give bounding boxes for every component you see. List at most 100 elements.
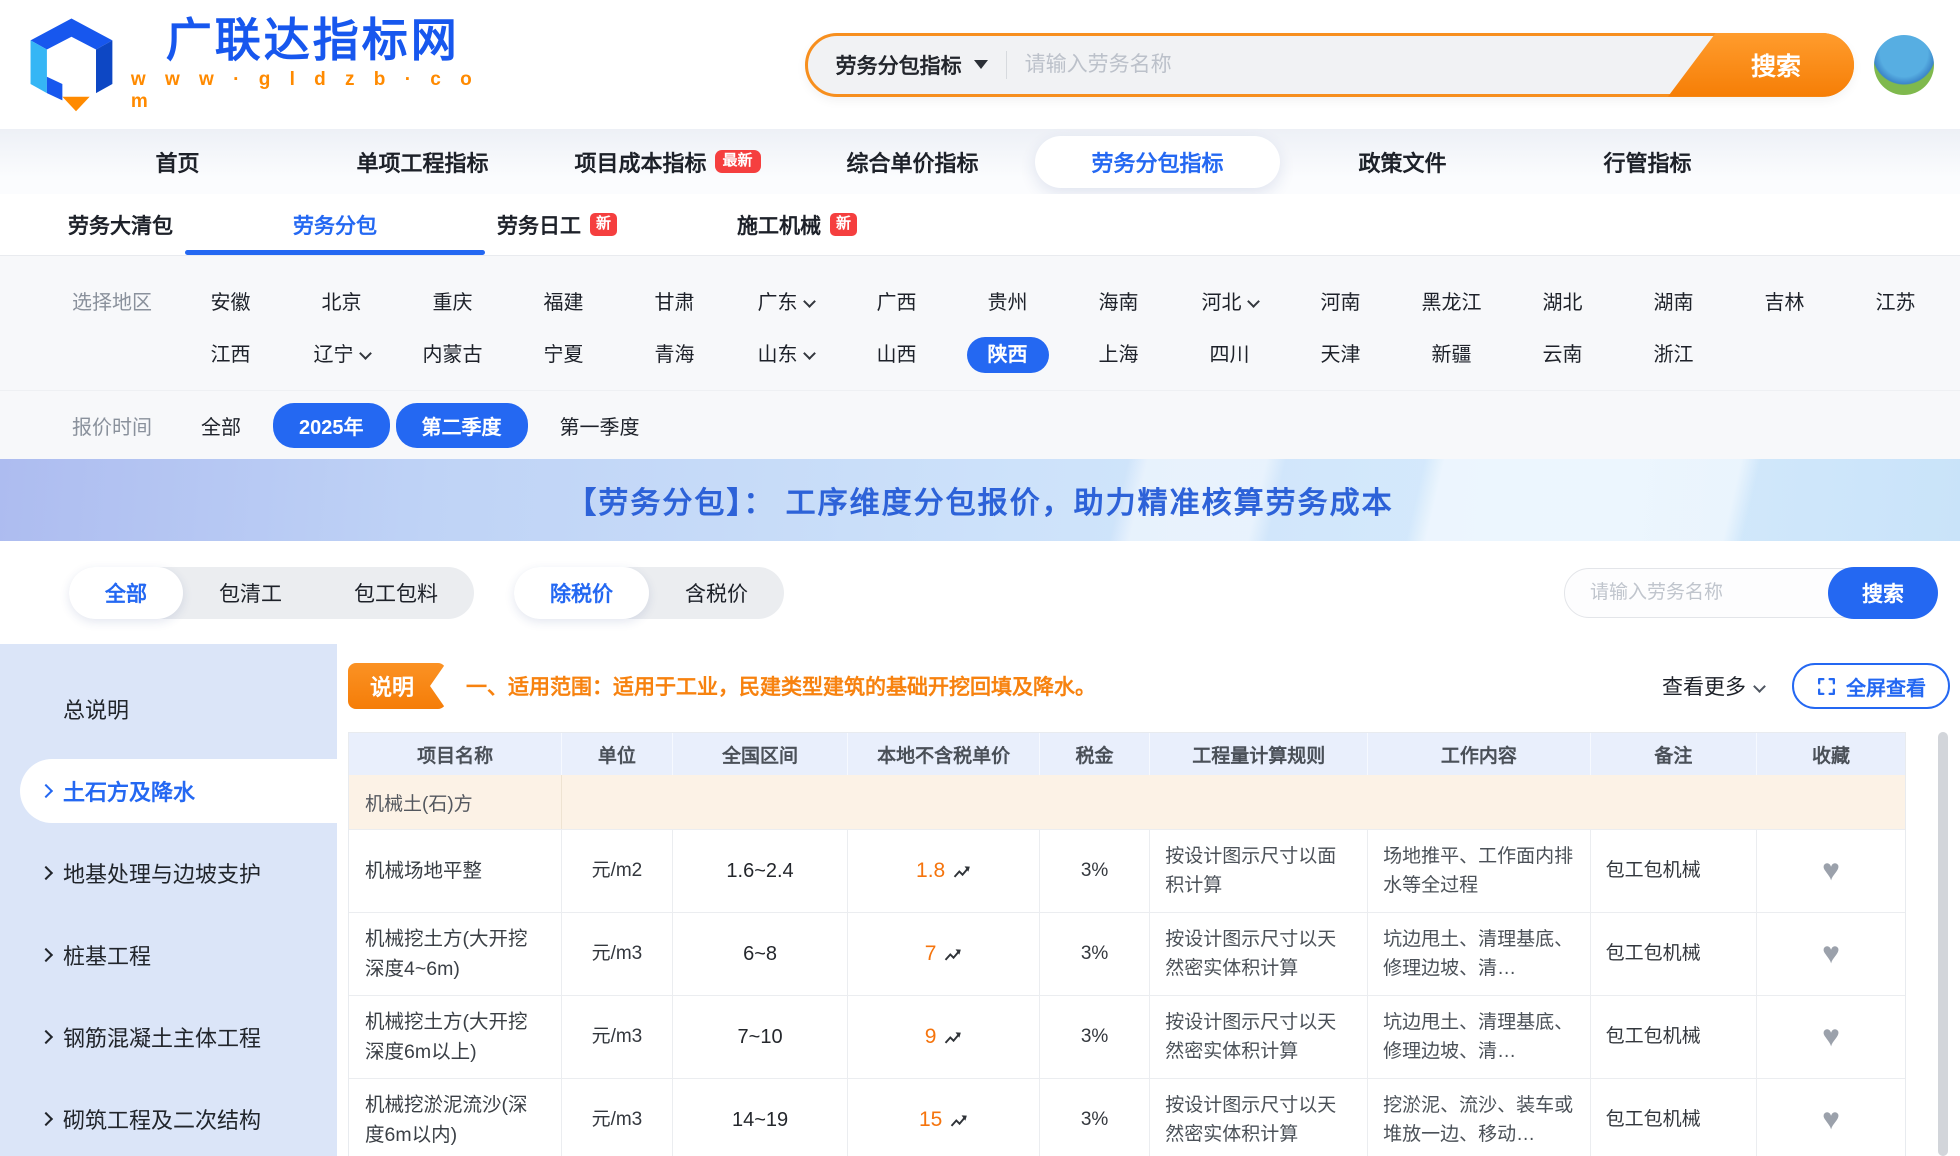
region-item[interactable]: 宁夏 (508, 338, 619, 367)
region-item[interactable]: 江西 (175, 338, 286, 367)
region-item[interactable]: 河南 (1285, 286, 1396, 315)
nav-item[interactable]: 单项工程指标 (300, 136, 545, 188)
region-item[interactable]: 青海 (619, 338, 730, 367)
subnav-tab[interactable]: 劳务日工 新 (497, 194, 617, 255)
note-tag: 说明 (348, 663, 446, 709)
national-range-cell: 7~10 (673, 996, 849, 1078)
table-row: 机械挖淤泥流沙(深度6m以内) 元/m3 14~19 15 (349, 1078, 1905, 1156)
favorite-heart-icon[interactable]: ♥ (1822, 1105, 1840, 1135)
region-label: 选择地区 (0, 286, 175, 315)
time-option[interactable]: 2025年 (273, 403, 390, 448)
divider (1006, 51, 1007, 79)
favorite-cell: ♥ (1757, 913, 1905, 995)
price-value: 9 (925, 1021, 937, 1054)
sidebar-item[interactable]: 桩基工程 (0, 914, 337, 996)
region-item[interactable]: 内蒙古 (397, 338, 508, 367)
top-header: 广联达指标网 w w w · g l d z b · c o m 劳务分包指标 … (0, 0, 1960, 129)
local-price-cell: 1.8 (848, 830, 1039, 912)
favorite-heart-icon[interactable]: ♥ (1822, 856, 1840, 886)
price-trend-icon[interactable] (944, 1030, 962, 1045)
favorite-heart-icon[interactable]: ♥ (1822, 939, 1840, 969)
price-trend-icon[interactable] (944, 947, 962, 962)
tax-option[interactable]: 除税价 (514, 567, 649, 619)
region-item[interactable]: 安徽 (175, 286, 286, 315)
region-item[interactable]: 福建 (508, 286, 619, 315)
time-option[interactable]: 第二季度 (396, 403, 528, 448)
chevron-down-icon (803, 347, 816, 360)
table-scrollbar-thumb[interactable] (1938, 732, 1948, 1156)
sidebar-item[interactable]: 土石方及降水 (20, 759, 337, 823)
region-item[interactable]: 四川 (1174, 338, 1285, 367)
region-item[interactable]: 吉林 (1729, 286, 1840, 315)
filter-row: 全部包清工包工包料 除税价含税价 搜索 (0, 541, 1960, 644)
favorite-heart-icon[interactable]: ♥ (1822, 1022, 1840, 1052)
fullscreen-button[interactable]: 全屏查看 (1792, 663, 1950, 709)
tax-option[interactable]: 含税价 (649, 567, 784, 619)
tax-cell: 3% (1040, 996, 1150, 1078)
region-item[interactable]: 黑龙江 (1396, 286, 1507, 315)
sidebar-item[interactable]: 地基处理与边坡支护 (0, 832, 337, 914)
nav-item[interactable]: 项目成本指标 最新 (545, 136, 790, 188)
time-option[interactable]: 全部 (175, 403, 267, 448)
region-item[interactable]: 辽宁 (286, 338, 397, 367)
tax-cell: 3% (1040, 913, 1150, 995)
region-item[interactable]: 山西 (841, 338, 952, 367)
column-header: 全国区间 (673, 733, 849, 775)
view-more[interactable]: 查看更多 (1662, 671, 1764, 701)
list-search-button[interactable]: 搜索 (1828, 567, 1938, 619)
region-row-1: 安徽 北京 重庆 福建 甘肃 广东 广西 贵州 (175, 286, 1951, 315)
price-value: 1.8 (916, 855, 945, 888)
nav-item[interactable]: 行管指标 (1525, 136, 1770, 188)
region-item[interactable]: 河北 (1174, 286, 1285, 315)
table-scrollbar-track (1938, 732, 1948, 1156)
region-item[interactable]: 重庆 (397, 286, 508, 315)
nav-item[interactable]: 首页 (55, 136, 300, 188)
table-row: 机械场地平整 元/m2 1.6~2.4 1.8 (349, 829, 1905, 912)
region-item[interactable]: 江苏 (1840, 286, 1951, 315)
region-item[interactable]: 湖南 (1618, 286, 1729, 315)
region-item[interactable]: 广西 (841, 286, 952, 315)
caret-down-icon (974, 60, 988, 69)
region-item[interactable]: 甘肃 (619, 286, 730, 315)
user-avatar[interactable] (1874, 35, 1934, 95)
sidebar-item[interactable]: 钢筋混凝土主体工程 (0, 996, 337, 1078)
search-category-label: 劳务分包指标 (836, 50, 962, 80)
region-item[interactable]: 北京 (286, 286, 397, 315)
project-name-cell: 机械挖土方(大开挖深度6m以上) (349, 996, 562, 1078)
nav-item[interactable]: 综合单价指标 (790, 136, 1035, 188)
region-item[interactable]: 云南 (1507, 338, 1618, 367)
subnav-tab[interactable]: 施工机械 新 (737, 194, 857, 255)
region-item[interactable]: 上海 (1063, 338, 1174, 367)
nav-item[interactable]: 政策文件 (1280, 136, 1525, 188)
nav-item[interactable]: 劳务分包指标 (1035, 136, 1280, 188)
national-range-cell: 14~19 (673, 1079, 849, 1156)
region-section: 选择地区 安徽 北京 重庆 福建 甘肃 广东 广西 (0, 256, 1960, 390)
scope-option[interactable]: 全部 (69, 567, 183, 619)
region-item[interactable]: 山东 (730, 338, 841, 367)
logo-icon (26, 16, 117, 112)
scope-option[interactable]: 包工包料 (318, 567, 474, 619)
main-panel: 说明 一、适用范围：适用于工业，民建类型建筑的基础开挖回填及降水。 查看更多 全… (337, 644, 1960, 1156)
logo[interactable]: 广联达指标网 w w w · g l d z b · c o m (26, 16, 495, 112)
scope-option[interactable]: 包清工 (183, 567, 318, 619)
price-trend-icon[interactable] (953, 864, 971, 879)
region-item[interactable]: 湖北 (1507, 286, 1618, 315)
price-trend-icon[interactable] (950, 1113, 968, 1128)
region-item[interactable]: 天津 (1285, 338, 1396, 367)
work-content-cell: 挖淤泥、流沙、装车或堆放一边、移动… (1368, 1079, 1591, 1156)
unit-cell: 元/m3 (562, 913, 672, 995)
region-item[interactable]: 广东 (730, 286, 841, 315)
subnav-tab[interactable]: 劳务大清包 (68, 194, 173, 255)
region-item[interactable]: 新疆 (1396, 338, 1507, 367)
sidebar-item[interactable]: 砌筑工程及二次结构 (0, 1078, 337, 1156)
region-item[interactable]: 贵州 (952, 286, 1063, 315)
region-item[interactable]: 浙江 (1618, 338, 1729, 367)
region-item[interactable]: 陕西 (952, 338, 1063, 367)
table-header: 项目名称单位全国区间本地不含税单价税金工程量计算规则工作内容备注收藏 (349, 733, 1905, 775)
subnav-tab[interactable]: 劳务分包 (293, 194, 377, 255)
search-category-dropdown[interactable]: 劳务分包指标 (808, 50, 988, 80)
sidebar-item[interactable]: 总说明 (0, 668, 337, 750)
remark-cell: 包工包机械 (1591, 830, 1757, 912)
region-item[interactable]: 海南 (1063, 286, 1174, 315)
time-option[interactable]: 第一季度 (534, 403, 666, 448)
